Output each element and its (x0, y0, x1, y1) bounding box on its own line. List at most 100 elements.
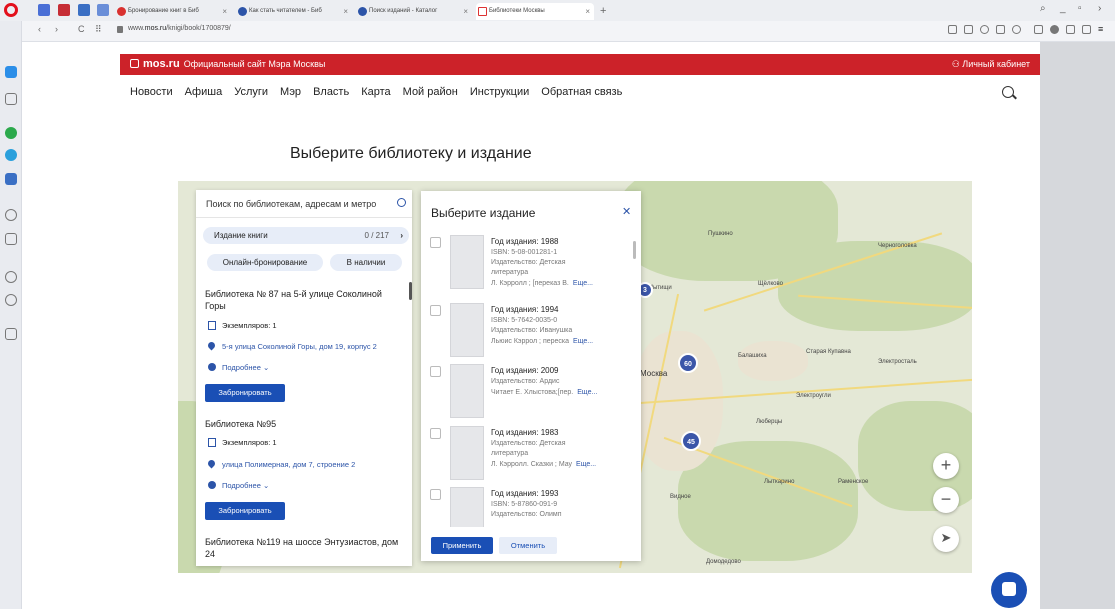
minimize-icon[interactable]: _ (1060, 3, 1066, 14)
close-window-icon[interactable]: › (1098, 3, 1101, 14)
nav-map[interactable]: Карта (361, 86, 390, 102)
grid-icon[interactable]: ⠿ (95, 24, 102, 35)
edition-checkbox[interactable] (430, 305, 441, 316)
nav-mayor[interactable]: Мэр (280, 86, 301, 102)
list-scrollbar[interactable] (409, 282, 412, 300)
edition-checkbox[interactable] (430, 366, 441, 377)
vk-icon[interactable] (78, 4, 90, 16)
url-prefix: www. (128, 25, 145, 32)
sidebar-flow-icon[interactable] (5, 233, 17, 245)
edition-info: ISBN: 5-08-001281-1 (491, 249, 558, 256)
chat-button[interactable] (991, 572, 1027, 608)
profile-icon[interactable] (1050, 25, 1059, 34)
edition-item[interactable]: Год издания: 1983 Издательство: Детская … (430, 426, 635, 486)
book-button[interactable]: Забронировать (205, 384, 285, 402)
close-tab-icon[interactable]: × (585, 3, 590, 20)
edition-dialog: Выберите издание ✕ Год издания: 1988 ISB… (421, 191, 641, 561)
details-toggle[interactable]: Подробнее ⌄ (208, 481, 269, 490)
forward-icon[interactable]: › (55, 24, 58, 34)
search-tabs-icon[interactable]: ⌕ (1040, 3, 1046, 14)
sidebar-history-icon[interactable] (5, 294, 17, 306)
edition-item[interactable]: Год издания: 2009 Издательство: Ардис Чи… (430, 364, 635, 424)
more-link[interactable]: Еще... (576, 461, 596, 468)
sidebar-home-icon[interactable] (5, 66, 17, 78)
reload-icon[interactable]: C (78, 24, 85, 34)
library-title[interactable]: Библиотека №95 (205, 418, 405, 430)
new-tab-button[interactable]: + (597, 3, 613, 20)
close-tab-icon[interactable]: × (222, 3, 227, 20)
edition-year: Год издания: 1994 (491, 305, 559, 314)
telegram-icon[interactable] (5, 149, 17, 161)
edition-checkbox[interactable] (430, 428, 441, 439)
url-field[interactable]: www.mos.ru/knigi/book/1700879/ (128, 25, 231, 32)
details-toggle[interactable]: Подробнее ⌄ (208, 363, 269, 372)
cancel-button[interactable]: Отменить (499, 537, 557, 554)
zoom-out-button[interactable]: − (933, 487, 959, 513)
locate-icon[interactable]: ➤ (933, 526, 959, 552)
filter-available[interactable]: В наличии (330, 254, 402, 271)
tab-reader[interactable]: Как стать читателем - Биб × (236, 3, 352, 20)
camera-icon[interactable] (964, 25, 973, 34)
filter-online-booking[interactable]: Онлайн-бронирование (207, 254, 323, 271)
restore-icon[interactable]: ▫ (1078, 3, 1082, 14)
book-button[interactable]: Забронировать (205, 502, 285, 520)
more-link[interactable]: Еще... (577, 389, 597, 396)
nav-afisha[interactable]: Афиша (185, 86, 223, 102)
map-cluster[interactable]: 60 (678, 353, 698, 373)
download-icon[interactable] (1066, 25, 1075, 34)
tab-booking[interactable]: Бронирование книг в Биб × (115, 3, 231, 20)
extension-icon[interactable] (97, 4, 109, 16)
heart-icon[interactable] (1012, 25, 1021, 34)
apply-button[interactable]: Применить (431, 537, 493, 554)
back-icon[interactable]: ‹ (38, 24, 41, 34)
nav-district[interactable]: Мой район (403, 86, 458, 102)
sidebar-player-icon[interactable] (5, 209, 17, 221)
personal-cabinet-link[interactable]: ⚇ Личный кабинет (952, 59, 1030, 70)
library-search-input[interactable]: Поиск по библиотекам, адресам и метро (196, 190, 412, 218)
close-icon[interactable]: ✕ (622, 205, 631, 218)
library-title[interactable]: Библиотека №119 на шоссе Энтузиастов, до… (205, 536, 405, 560)
tab-search[interactable]: Поиск изданий - Каталог × (356, 3, 472, 20)
copies-text: Экземпляров: 1 (222, 321, 277, 330)
speed-dial-icon[interactable] (38, 4, 50, 16)
site-logo[interactable]: mos.ru Официальный сайт Мэра Москвы (130, 58, 325, 70)
more-link[interactable]: Еще... (573, 338, 593, 345)
edition-item[interactable]: Год издания: 1993 ISBN: 5-87860-091-9 Из… (430, 487, 635, 527)
edition-selector[interactable]: Издание книги 0 / 217 › (203, 227, 409, 244)
edition-item[interactable]: Год издания: 1988 ISBN: 5-08-001281-1 Из… (430, 235, 635, 295)
menu-icon[interactable]: ≡ (1098, 25, 1107, 34)
vk-sidebar-icon[interactable] (5, 173, 17, 185)
nav-services[interactable]: Услуги (234, 86, 268, 102)
close-tab-icon[interactable]: × (343, 3, 348, 20)
edition-year: Год издания: 2009 (491, 366, 559, 375)
snapshot-icon[interactable] (948, 25, 957, 34)
edition-checkbox[interactable] (430, 489, 441, 500)
whatsapp-icon[interactable] (5, 127, 17, 139)
nav-feedback[interactable]: Обратная связь (541, 86, 622, 102)
more-link[interactable]: Еще... (573, 280, 593, 287)
address-link[interactable]: 5-я улица Соколиной Горы, дом 19, корпус… (206, 340, 377, 351)
sidebar-heart-icon[interactable] (5, 271, 17, 283)
vpn-icon[interactable] (980, 25, 989, 34)
address-link[interactable]: улица Полимерная, дом 7, строение 2 (206, 458, 355, 469)
site-search-icon[interactable] (1002, 86, 1014, 98)
chevron-down-icon: ⌄ (260, 363, 270, 372)
opera-logo-icon[interactable] (4, 3, 18, 17)
close-tab-icon[interactable]: × (463, 3, 468, 20)
youtube-icon[interactable] (58, 4, 70, 16)
nav-instructions[interactable]: Инструкции (470, 86, 529, 102)
extensions-icon[interactable] (1034, 25, 1043, 34)
library-title[interactable]: Библиотека № 87 на 5-й улице Соколиной Г… (205, 288, 405, 312)
battery-icon[interactable] (1082, 25, 1091, 34)
sidebar-pin-icon[interactable] (5, 328, 17, 340)
tab-libraries[interactable]: Библиотеки Москвы × (476, 3, 594, 20)
nav-government[interactable]: Власть (313, 86, 349, 102)
search-icon[interactable] (397, 198, 406, 207)
edition-checkbox[interactable] (430, 237, 441, 248)
sidebar-bookmark-icon[interactable] (5, 93, 17, 105)
zoom-in-button[interactable]: + (933, 453, 959, 479)
edition-item[interactable]: Год издания: 1994 ISBN: 5-7642-0035-0 Из… (430, 303, 635, 363)
nav-news[interactable]: Новости (130, 86, 173, 102)
map-cluster[interactable]: 45 (681, 431, 701, 451)
play-icon[interactable] (996, 25, 1005, 34)
